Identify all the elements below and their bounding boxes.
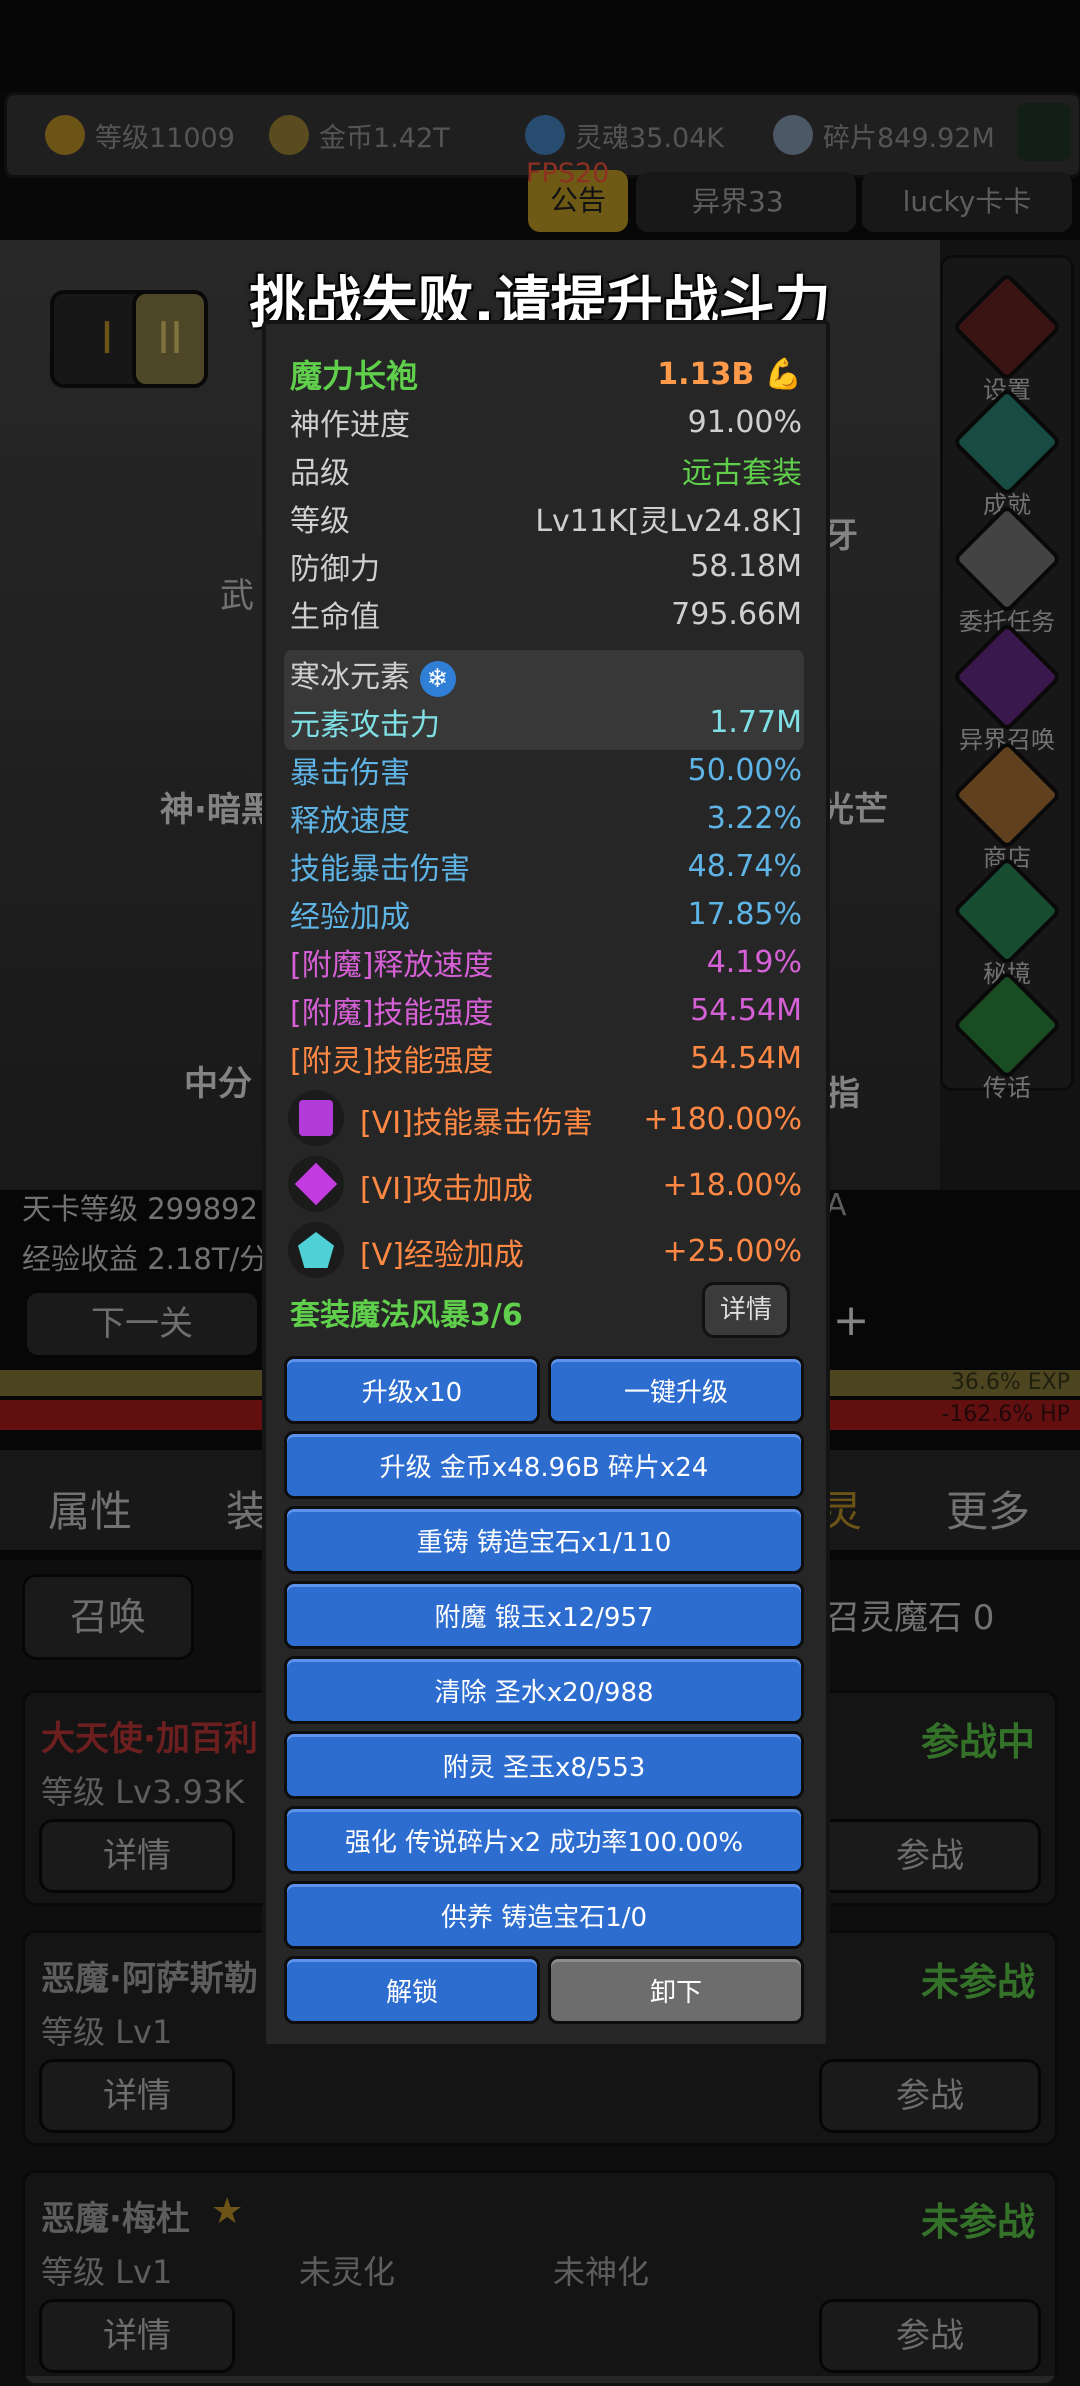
nurture-button[interactable]: 供养 铸造宝石1/0 [284, 1881, 804, 1949]
purple-gem-icon [288, 1090, 344, 1146]
stat-row: 防御力 58.18M [290, 544, 802, 588]
enchant-button[interactable]: 附魔 锻玉x12/957 [284, 1581, 804, 1649]
diamond-gem-icon [288, 1156, 344, 1212]
bonus-row: [附灵]技能强度 54.54M [290, 1036, 802, 1080]
spirit-bind-button[interactable]: 附灵 圣玉x8/553 [284, 1731, 804, 1799]
gem-label: [VI]技能暴击伤害 [360, 1106, 593, 1141]
bonus-value: 3.22% [706, 800, 802, 836]
bonus-value: 17.85% [687, 896, 802, 932]
bonus-label: 经验加成 [290, 900, 410, 935]
pentagon-gem-icon [288, 1222, 344, 1278]
clear-button[interactable]: 清除 圣水x20/988 [284, 1656, 804, 1724]
element-attack-label: 元素攻击力 [290, 708, 440, 743]
stat-label: 神作进度 [290, 408, 410, 443]
recast-button[interactable]: 重铸 铸造宝石x1/110 [284, 1506, 804, 1574]
item-name: 魔力长袍 [290, 357, 419, 395]
stat-row: 等级 Lv11K[灵Lv24.8K] [290, 496, 802, 540]
stat-label: 等级 [290, 504, 350, 539]
bonus-label: [附魔]技能强度 [290, 996, 494, 1031]
bonus-label: [附魔]释放速度 [290, 948, 494, 983]
bonus-row: 释放速度 3.22% [290, 796, 802, 840]
element-attack-row: 元素攻击力 1.77M [290, 700, 802, 744]
gem-value: +25.00% [662, 1234, 802, 1269]
bonus-label: 释放速度 [290, 804, 410, 839]
bonus-value: 4.19% [706, 944, 802, 980]
bonus-label: [附灵]技能强度 [290, 1044, 494, 1079]
stat-value: Lv11K[灵Lv24.8K] [535, 504, 802, 539]
enhance-button[interactable]: 强化 传说碎片x2 成功率100.00% [284, 1806, 804, 1874]
gem-row: [VI]技能暴击伤害 +180.00% [266, 1088, 802, 1148]
unequip-button[interactable]: 卸下 [548, 1956, 804, 2024]
stat-row: 神作进度 91.00% [290, 400, 802, 444]
bonus-row: 经验加成 17.85% [290, 892, 802, 936]
item-dialog: 魔力长袍 1.13B 💪 神作进度 91.00% 品级 远古套装 等级 Lv11… [262, 320, 830, 2048]
set-bonus-label: 套装魔法风暴3/6 [290, 1298, 523, 1333]
unlock-button[interactable]: 解锁 [284, 1956, 540, 2024]
element-name: 寒冰元素 [290, 659, 410, 695]
stat-value: 91.00% [687, 404, 802, 440]
bonus-value: 50.00% [687, 752, 802, 788]
snowflake-icon: ❄ [419, 660, 456, 697]
upgrade-x10-button[interactable]: 升级x10 [284, 1356, 540, 1424]
gem-label: [VI]攻击加成 [360, 1172, 533, 1207]
item-power-value: 1.13B [657, 356, 755, 392]
set-detail-button[interactable]: 详情 [702, 1282, 790, 1338]
element-row: 寒冰元素 ❄ [290, 652, 802, 697]
stat-value: 795.66M [671, 596, 802, 632]
bicep-icon: 💪 [764, 356, 802, 392]
element-label: 寒冰元素 ❄ [290, 652, 456, 697]
stat-row: 生命值 795.66M [290, 592, 802, 636]
stat-label: 品级 [290, 456, 350, 491]
gem-row: [VI]攻击加成 +18.00% [266, 1154, 802, 1214]
bonus-label: 技能暴击伤害 [290, 852, 470, 887]
stat-row: 品级 远古套装 [290, 448, 802, 492]
stat-label: 防御力 [290, 552, 380, 587]
stat-label: 生命值 [290, 600, 380, 635]
bonus-row: 暴击伤害 50.00% [290, 748, 802, 792]
gem-value: +18.00% [662, 1168, 802, 1203]
bonus-row: 技能暴击伤害 48.74% [290, 844, 802, 888]
bonus-value: 48.74% [687, 848, 802, 884]
one-click-upgrade-button[interactable]: 一键升级 [548, 1356, 804, 1424]
item-power: 1.13B 💪 [657, 357, 802, 392]
bonus-value: 54.54M [690, 1040, 802, 1076]
gem-value: +180.00% [643, 1102, 802, 1137]
bonus-row: [附魔]技能强度 54.54M [290, 988, 802, 1032]
item-header: 魔力长袍 1.13B 💪 [290, 352, 802, 396]
stat-value: 58.18M [690, 548, 802, 584]
bonus-label: 暴击伤害 [290, 756, 410, 791]
element-attack-value: 1.77M [709, 704, 802, 740]
stat-value: 远古套装 [682, 456, 802, 491]
bonus-row: [附魔]释放速度 4.19% [290, 940, 802, 984]
gem-label: [V]经验加成 [360, 1238, 524, 1273]
gem-row: [V]经验加成 +25.00% [266, 1220, 802, 1280]
upgrade-button[interactable]: 升级 金币x48.96B 碎片x24 [284, 1431, 804, 1499]
bonus-value: 54.54M [690, 992, 802, 1028]
